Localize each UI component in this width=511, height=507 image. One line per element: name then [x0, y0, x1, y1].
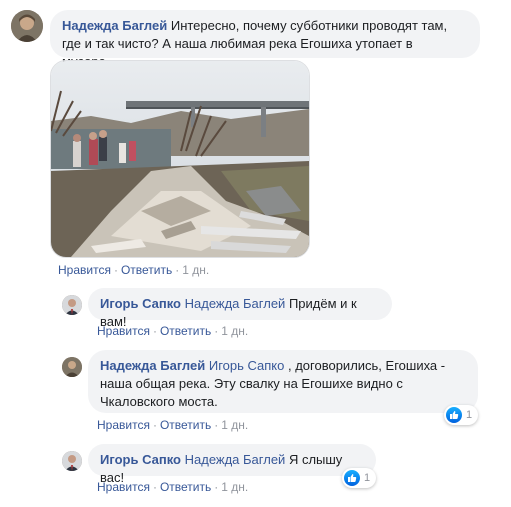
avatar-photo-icon: [62, 295, 82, 315]
avatar-nadezhda[interactable]: [62, 357, 82, 377]
reaction-number: 1: [364, 472, 371, 484]
like-icon: [446, 407, 462, 423]
reaction-count[interactable]: 1: [444, 405, 479, 425]
mention-link[interactable]: Надежда Баглей: [185, 452, 286, 467]
comment-author[interactable]: Игорь Сапко: [100, 296, 181, 311]
comment-actions: Нравится · Ответить · 1 дн.: [97, 324, 249, 338]
reply-link[interactable]: Ответить: [160, 324, 211, 338]
mention-link[interactable]: Игорь Сапко: [209, 358, 285, 373]
like-link[interactable]: Нравится: [97, 480, 150, 494]
comment-photo[interactable]: [50, 60, 310, 258]
comment-author[interactable]: Игорь Сапко: [100, 452, 181, 467]
comment-actions: Нравится · Ответить · 1 дн.: [58, 263, 210, 277]
avatar-igor[interactable]: [62, 295, 82, 315]
avatar-photo-icon: [62, 357, 82, 377]
reply-link[interactable]: Ответить: [121, 263, 172, 277]
reply-bubble: Надежда Баглей Игорь Сапко , договорилис…: [88, 350, 478, 413]
like-link[interactable]: Нравится: [58, 263, 111, 277]
like-link[interactable]: Нравится: [97, 418, 150, 432]
reply-link[interactable]: Ответить: [160, 418, 211, 432]
reaction-number: 1: [466, 409, 473, 421]
avatar-nadezhda[interactable]: [11, 10, 43, 42]
comment-time[interactable]: 1 дн.: [221, 418, 248, 432]
comment-author[interactable]: Надежда Баглей: [100, 358, 205, 373]
comment-time[interactable]: 1 дн.: [221, 480, 248, 494]
mention-link[interactable]: Надежда Баглей: [185, 296, 286, 311]
comment-author[interactable]: Надежда Баглей: [62, 18, 167, 33]
reply-link[interactable]: Ответить: [160, 480, 211, 494]
like-icon: [344, 470, 360, 486]
comment-actions: Нравится · Ответить · 1 дн.: [97, 418, 249, 432]
comment-bubble: Надежда Баглей Интересно, почему субботн…: [50, 10, 480, 69]
reply-bubble: Игорь Сапко Надежда Баглей Придём и к ва…: [88, 288, 392, 329]
comment-actions: Нравится · Ответить · 1 дн.: [97, 480, 249, 494]
reaction-count[interactable]: 1: [342, 468, 377, 488]
garbage-dump-photo-icon: [51, 61, 309, 257]
avatar-igor[interactable]: [62, 451, 82, 471]
comment-time[interactable]: 1 дн.: [221, 324, 248, 338]
avatar-photo-icon: [11, 10, 43, 42]
reply-bubble: Игорь Сапко Надежда Баглей Я слышу вас!: [88, 444, 376, 485]
avatar-photo-icon: [62, 451, 82, 471]
comment-time[interactable]: 1 дн.: [182, 263, 209, 277]
like-link[interactable]: Нравится: [97, 324, 150, 338]
